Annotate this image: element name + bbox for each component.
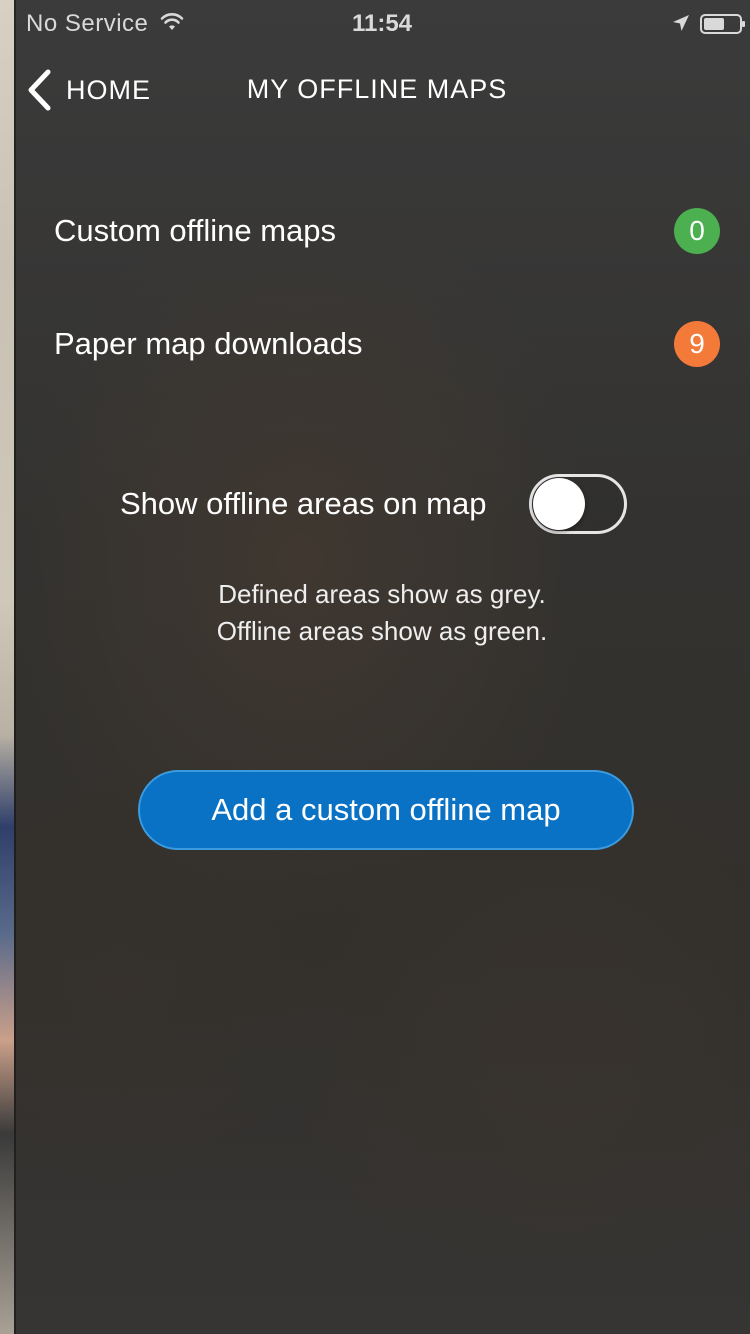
help-line-grey: Defined areas show as grey.	[218, 579, 546, 609]
toggle-knob	[532, 478, 585, 530]
map-edge-strip	[0, 0, 14, 1334]
help-text: Defined areas show as grey. Offline area…	[14, 576, 750, 650]
navigation-bar: HOME MY OFFLINE MAPS	[14, 48, 750, 134]
count-badge: 0	[674, 208, 720, 254]
help-line-green: Offline areas show as green.	[216, 616, 548, 646]
offline-maps-screen: No Service 11:54 HOME MY OFFLINE MAPS Cu…	[0, 0, 750, 1334]
toggle-label: Show offline areas on map	[120, 486, 487, 521]
list-item-label: Custom offline maps	[54, 213, 336, 248]
show-offline-areas-setting: Show offline areas on map	[120, 472, 660, 536]
status-bar: No Service 11:54	[14, 0, 750, 48]
panel-divider	[14, 0, 16, 1334]
battery-icon	[700, 14, 745, 34]
list-item-custom-offline-maps[interactable]: Custom offline maps 0	[54, 196, 720, 266]
show-offline-areas-toggle[interactable]	[528, 474, 627, 534]
location-arrow-icon	[673, 15, 689, 31]
clock: 11:54	[351, 10, 413, 37]
count-badge: 9	[674, 321, 720, 367]
list-item-label: Paper map downloads	[54, 326, 363, 361]
list-item-paper-map-downloads[interactable]: Paper map downloads 9	[54, 309, 720, 379]
page-title: MY OFFLINE MAPS	[246, 74, 508, 104]
add-custom-offline-map-button[interactable]: Add a custom offline map	[138, 770, 634, 850]
